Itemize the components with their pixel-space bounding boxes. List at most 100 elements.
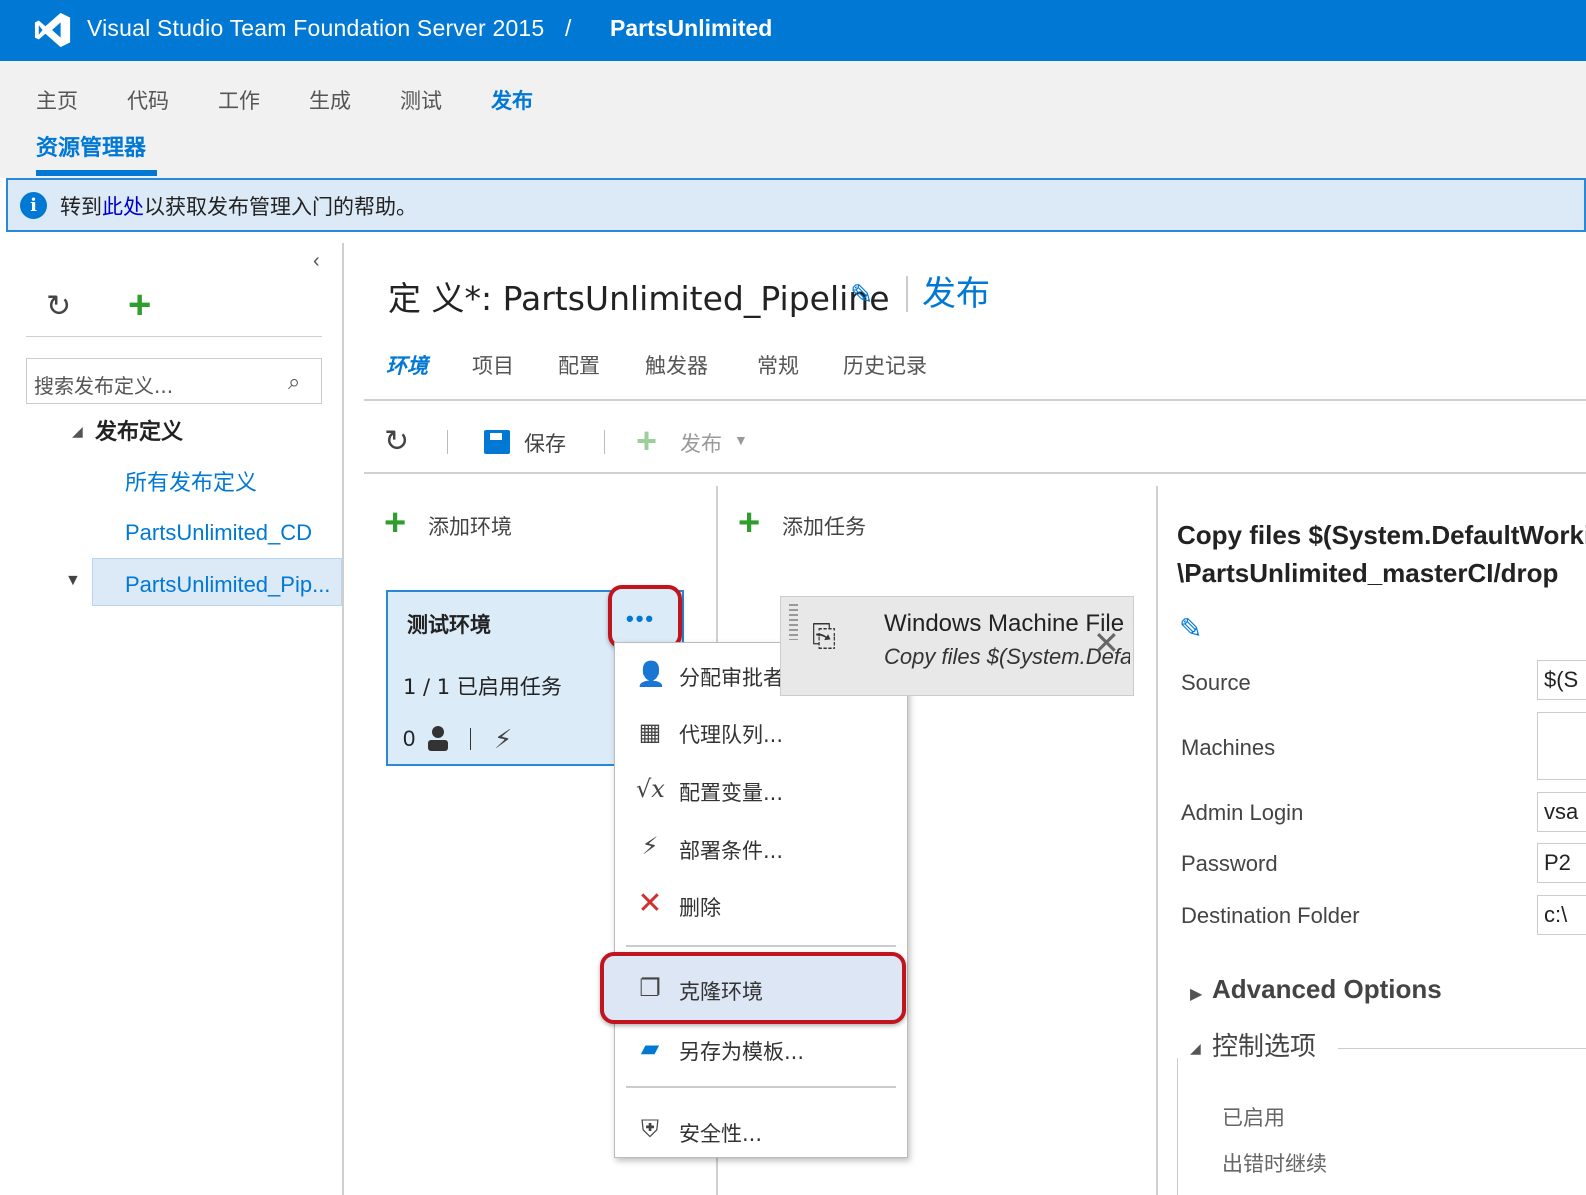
nav-release[interactable]: 发布 [491,85,533,115]
pencil-icon[interactable]: ✎ [1179,612,1202,645]
delete-icon: ✕ [637,887,663,920]
toolbar-separator [447,430,448,454]
pencil-icon[interactable]: ✎ [850,278,873,311]
source-label: Source [1181,670,1251,695]
toolbar-separator [604,430,605,454]
chevron-down-icon[interactable]: ▼ [65,572,81,590]
machines-label: Machines [1181,735,1276,760]
chevron-down-icon[interactable]: ▼ [734,432,748,448]
menu-security[interactable]: 安全性... [679,1118,762,1148]
machines-input[interactable] [1537,712,1586,780]
release-link[interactable]: 发布 [922,266,990,315]
admin-login-input[interactable]: vsa [1537,792,1586,832]
advanced-options-section[interactable]: Advanced Options [1212,974,1442,1005]
info-suffix: 以获取发布管理入门的帮助。 [144,195,417,219]
search-icon[interactable]: ⌕ [288,369,300,395]
chevron-right-icon[interactable]: ▶ [1190,984,1202,1004]
subnav-explorer[interactable]: 资源管理器 [36,130,146,162]
add-definition-icon[interactable]: + [128,283,151,328]
visual-studio-logo-icon[interactable] [34,11,72,49]
tree-expanded-icon[interactable]: ◢ [72,423,83,440]
tree-item-partsunlimited-pipeline[interactable]: PartsUnlimited_Pip... [125,572,330,598]
card-separator [470,728,471,750]
variables-icon: √x [636,775,665,803]
add-environment-button[interactable]: 添加环境 [428,511,512,541]
menu-clone-environment[interactable]: 克隆环境 [679,976,763,1006]
tab-triggers[interactable]: 触发器 [645,350,708,380]
destination-folder-input[interactable]: c:\ [1537,895,1586,935]
nav-build[interactable]: 生成 [309,85,351,115]
nav-test[interactable]: 测试 [400,85,442,115]
nav-home[interactable]: 主页 [36,85,78,115]
plus-icon[interactable]: + [384,502,406,545]
save-button[interactable]: 保存 [524,428,566,458]
source-input[interactable]: $(S [1537,660,1586,700]
security-shield-icon: ⛨ [641,1116,659,1143]
plus-icon: + [636,420,658,461]
drag-handle[interactable] [789,604,798,640]
menu-separator [626,1086,896,1088]
tab-environments[interactable]: 环境 [386,350,428,380]
approver-icon[interactable] [427,725,449,751]
task-detail-title: Copy files $(System.DefaultWorkingDirect… [1177,516,1586,592]
info-prefix: 转到 [60,195,102,219]
left-toolbar-divider [26,336,322,337]
tab-artifacts[interactable]: 项目 [472,350,514,380]
task-detail-title-line1: Copy files $(System.DefaultWorkingDirect… [1177,520,1586,550]
product-title[interactable]: Visual Studio Team Foundation Server 201… [87,15,544,42]
section-border [1177,1058,1178,1195]
admin-login-label: Admin Login [1181,800,1304,825]
tabs-divider [364,399,1586,401]
nav-work[interactable]: 工作 [218,85,260,115]
tab-history[interactable]: 历史记录 [843,350,927,380]
title-divider [906,276,908,312]
environment-task-count: 1 / 1 已启用任务 [403,675,562,699]
control-options-section[interactable]: 控制选项 [1212,1026,1316,1063]
menu-separator [626,945,896,947]
plus-icon[interactable]: + [738,502,760,545]
add-task-button[interactable]: 添加任务 [782,511,866,541]
enabled-option[interactable]: 已启用 [1222,1102,1285,1132]
clone-icon: ❐ [639,975,661,1002]
destination-folder-label: Destination Folder [1181,903,1360,928]
left-panel-divider [342,243,344,1195]
environment-name: 测试环境 [407,613,491,637]
tree-item-all-definitions[interactable]: 所有发布定义 [125,465,257,497]
collapse-panel-icon[interactable]: ‹ [313,250,320,273]
refresh-icon[interactable]: ↻ [384,424,409,459]
tab-configuration[interactable]: 配置 [558,350,600,380]
continue-on-error-option[interactable]: 出错时继续 [1222,1148,1327,1178]
section-divider [1338,1048,1586,1049]
refresh-icon[interactable]: ↻ [46,289,71,324]
menu-agent-queue[interactable]: 代理队列... [679,719,783,749]
project-name[interactable]: PartsUnlimited [610,15,772,42]
hub-nav: 主页 代码 工作 生成 测试 发布 [0,61,1586,178]
subnav-underline [36,170,157,176]
file-copy-icon: ⎘ [812,620,836,653]
tree-item-partsunlimited-cd[interactable]: PartsUnlimited_CD [125,520,312,546]
tree-expanded-icon[interactable]: ◢ [1190,1040,1201,1057]
definition-title: 定 义*: PartsUnlimited_Pipeline [388,279,890,318]
save-icon[interactable] [484,430,510,454]
nav-code[interactable]: 代码 [127,85,169,115]
release-button[interactable]: 发布 [680,428,722,458]
tree-root-release-definitions[interactable]: 发布定义 [95,414,183,446]
info-help-link[interactable]: 此处 [102,195,144,219]
menu-deployment-conditions[interactable]: 部署条件... [679,835,783,865]
menu-save-as-template[interactable]: 另存为模板... [679,1036,804,1066]
deployment-conditions-icon: ⚡ [641,833,659,860]
tab-general[interactable]: 常规 [757,350,799,380]
menu-configure-variables[interactable]: 配置变量... [679,777,783,807]
menu-delete[interactable]: 删除 [679,892,721,922]
deploy-conditions-icon[interactable]: ⚡ [494,724,512,755]
save-template-icon: ▰ [640,1035,660,1062]
info-text: 转到此处以获取发布管理入门的帮助。 [60,191,417,221]
search-input[interactable]: 搜索发布定义... [34,370,173,399]
password-label: Password [1181,851,1278,876]
ellipsis-icon[interactable]: ••• [626,606,655,632]
assign-approvers-icon: 👤 [636,661,666,688]
password-input[interactable]: P2 [1537,843,1586,883]
toolbar-divider [364,472,1586,474]
agent-queue-icon: ▦ [638,719,662,746]
close-icon[interactable]: ✕ [1093,624,1120,662]
